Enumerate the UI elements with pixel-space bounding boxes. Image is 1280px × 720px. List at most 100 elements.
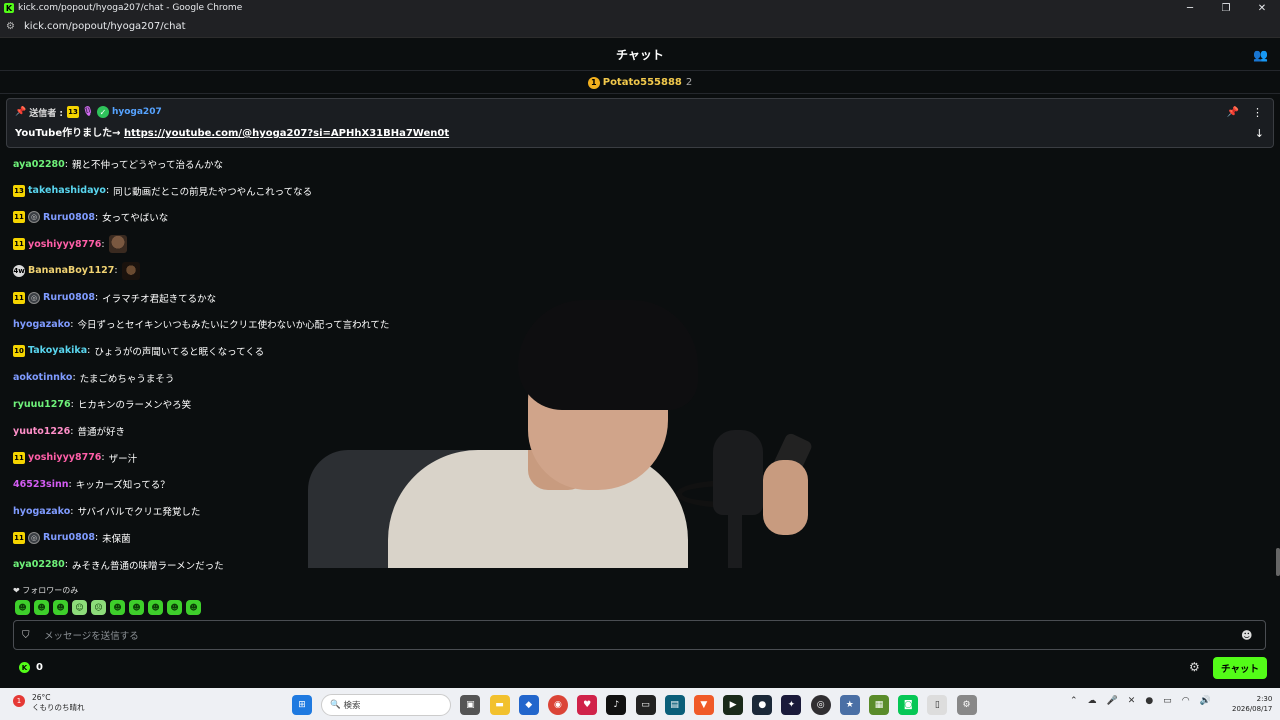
display-icon[interactable]: ▭: [1163, 696, 1172, 706]
wifi-icon[interactable]: ◠: [1182, 696, 1190, 706]
username-separator: :: [70, 318, 74, 330]
emote-icon[interactable]: ☻: [53, 600, 68, 615]
mic-icon[interactable]: 🎤: [1107, 696, 1118, 706]
app-icon[interactable]: ★: [839, 695, 860, 715]
pin-icon[interactable]: 📌: [1227, 107, 1239, 118]
chrome-icon[interactable]: ◉: [547, 695, 568, 715]
chat-username[interactable]: takehashidayo: [28, 185, 106, 196]
emote-icon[interactable]: ☻: [148, 600, 163, 615]
speaker-icon[interactable]: 🔊: [1200, 696, 1211, 706]
chat-username[interactable]: Ruru0808: [43, 212, 95, 223]
brave-icon[interactable]: ▼: [693, 695, 714, 715]
terminal-icon[interactable]: ▭: [635, 695, 656, 715]
subscriber-badge: 11: [13, 531, 25, 544]
chat-username[interactable]: BananaBoy1127: [28, 265, 114, 276]
taskbar-search[interactable]: 🔍 検索: [321, 694, 452, 716]
steam-icon[interactable]: ●: [752, 695, 773, 715]
obs-icon[interactable]: ◎: [810, 695, 831, 715]
chat-username[interactable]: aya02280: [13, 159, 65, 170]
emote-icon[interactable]: ☻: [34, 600, 49, 615]
chat-text: ヒカキンのラーメンやろ笑: [77, 400, 192, 412]
chat-message: hyogazako: サバイバルでクリエ発覚した: [13, 501, 200, 521]
address-bar[interactable]: ⚙ kick.com/popout/hyoga207/chat: [0, 16, 1280, 38]
system-clock[interactable]: 2:30 2026/08/17: [1232, 694, 1272, 714]
chat-username[interactable]: aya02280: [13, 559, 65, 570]
expand-down-icon[interactable]: ↓: [1255, 127, 1264, 140]
points-value: 0: [36, 662, 43, 673]
emoji-picker-icon[interactable]: ☻: [1241, 629, 1265, 642]
emote-icon[interactable]: ☹: [91, 600, 106, 615]
app-icon[interactable]: ▤: [664, 695, 685, 715]
username-separator: :: [70, 398, 74, 410]
emote-icon[interactable]: ☻: [186, 600, 201, 615]
minimize-icon[interactable]: ─: [1172, 0, 1208, 16]
shield-icon[interactable]: ⛉: [22, 630, 34, 641]
send-chat-button[interactable]: チャット: [1213, 657, 1267, 679]
pinned-username[interactable]: hyoga207: [112, 107, 162, 117]
network-icon[interactable]: ☁: [1088, 696, 1097, 706]
app-icon[interactable]: ▯: [927, 695, 948, 715]
clock-date: 2026/08/17: [1232, 705, 1273, 713]
settings-icon[interactable]: ⚙: [956, 695, 977, 715]
close-icon[interactable]: ✕: [1128, 696, 1136, 706]
pinned-text: YouTube作りました→ https://youtube.com/@hyoga…: [15, 128, 450, 139]
emote-icon[interactable]: ☻: [129, 600, 144, 615]
emote-icon[interactable]: ☻: [15, 600, 30, 615]
mic-stand-shape: [728, 515, 742, 568]
chat-username[interactable]: yoshiyyy8776: [28, 452, 101, 463]
chat-input[interactable]: ⛉ メッセージを送信する ☻: [13, 620, 1266, 650]
url-text[interactable]: kick.com/popout/hyoga207/chat: [24, 21, 186, 32]
app-icon[interactable]: ♥: [577, 695, 598, 715]
tiktok-icon[interactable]: ♪: [606, 695, 627, 715]
gift-leaderboard[interactable]: 1 Potato555888 2: [0, 72, 1280, 94]
chat-input-placeholder[interactable]: メッセージを送信する: [44, 628, 1241, 642]
app-icon[interactable]: ◆: [518, 695, 539, 715]
rank-medal-icon: 1: [587, 76, 600, 89]
chat-username[interactable]: hyogazako: [13, 319, 70, 330]
weather-widget[interactable]: 1 26°C くもりのち晴れ: [10, 693, 85, 713]
emote-icon[interactable]: ☺: [72, 600, 87, 615]
subscriber-badge: 11: [13, 238, 25, 251]
chat-username[interactable]: hyogazako: [13, 506, 70, 517]
chat-message: 10 Takoyakika: ひょうがの声聞いてると眠くなってくる: [13, 341, 264, 361]
emote-icon[interactable]: ☻: [110, 600, 125, 615]
chat-username[interactable]: Ruru0808: [43, 292, 95, 303]
emote-icon[interactable]: ☻: [167, 600, 182, 615]
chat-text: たまごめちゃうまそう: [79, 373, 175, 385]
emote-image: [121, 261, 140, 280]
leader-name[interactable]: Potato555888: [603, 77, 682, 88]
site-settings-icon[interactable]: ⚙: [6, 21, 18, 32]
pin-small-icon: 📌: [15, 107, 27, 117]
chat-title: チャット: [616, 47, 664, 62]
app-tray-icon[interactable]: ●: [1145, 696, 1153, 706]
settings-gear-icon[interactable]: ⚙: [1189, 660, 1200, 674]
file-explorer-icon[interactable]: ▬: [489, 695, 510, 715]
chat-username[interactable]: yuuto1226: [13, 426, 70, 437]
restore-icon[interactable]: ❐: [1208, 0, 1244, 16]
close-icon[interactable]: ✕: [1244, 0, 1280, 16]
chat-username[interactable]: 46523sinn: [13, 479, 69, 490]
people-icon[interactable]: 👥: [1253, 48, 1268, 62]
chat-username[interactable]: aokotinnko: [13, 372, 72, 383]
chat-username[interactable]: Ruru0808: [43, 532, 95, 543]
windows-start-icon[interactable]: ⊞: [292, 695, 312, 715]
app-icon[interactable]: ✦: [781, 695, 802, 715]
emote-quick-bar: ☻ ☻ ☻ ☺ ☹ ☻ ☻ ☻ ☻ ☻: [15, 600, 201, 615]
minecraft-icon[interactable]: ▦: [869, 695, 889, 715]
chat-username[interactable]: yoshiyyy8776: [28, 239, 101, 250]
task-view-icon[interactable]: ▣: [460, 695, 481, 715]
chevron-up-icon[interactable]: ⌃: [1070, 696, 1078, 706]
channel-points[interactable]: K 0: [19, 662, 43, 673]
more-options-icon[interactable]: ⋮: [1252, 106, 1263, 119]
sub-gifter-badge-icon: ◎: [28, 531, 40, 544]
pinned-link[interactable]: https://youtube.com/@hyoga207?si=APHhX31…: [124, 128, 449, 139]
line-icon[interactable]: ◙: [898, 695, 919, 715]
broadcaster-mic-icon: 🎙: [82, 107, 94, 117]
chat-username[interactable]: ryuuu1276: [13, 399, 71, 410]
chat-text: ザー汁: [108, 453, 138, 465]
system-tray: ⌃ ☁ 🎤 ✕ ● ▭ ◠ 🔊: [1070, 696, 1211, 706]
chat-username[interactable]: Takoyakika: [28, 345, 87, 356]
username-separator: :: [70, 505, 74, 517]
app-icon[interactable]: ▶: [723, 695, 744, 715]
scrollbar-thumb[interactable]: [1276, 548, 1280, 576]
